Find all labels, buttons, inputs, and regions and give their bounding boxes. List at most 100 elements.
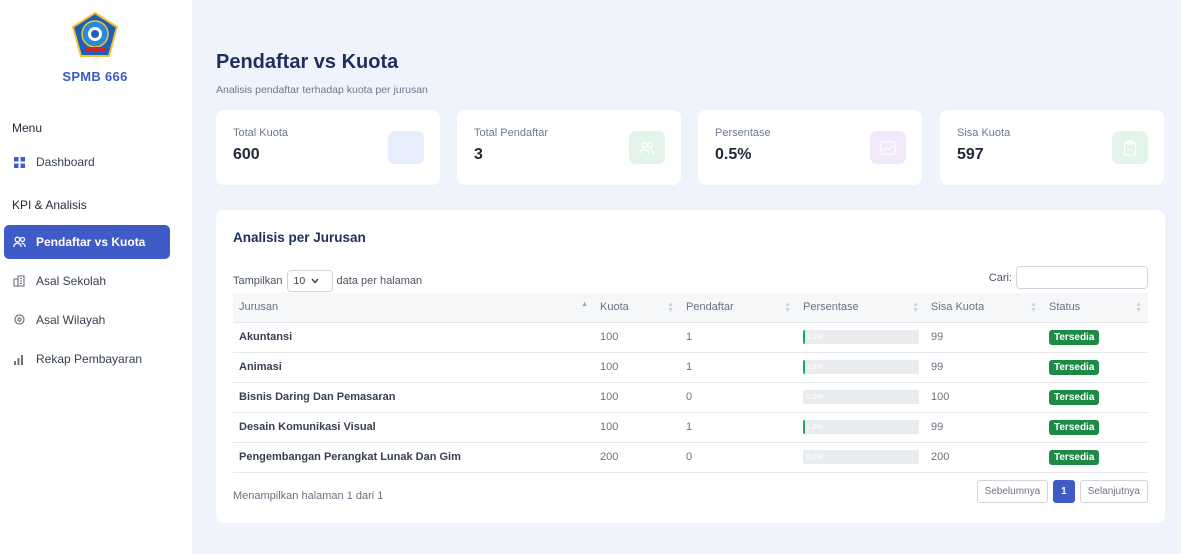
stat-card-sisa-kuota: Sisa Kuota 597 — [940, 110, 1164, 185]
brand-name: SPMB 666 — [62, 69, 128, 84]
cell-persentase: 0.0% — [797, 442, 925, 473]
sidebar-item-label: Asal Sekolah — [36, 274, 107, 288]
cell-status: Tersedia — [1043, 442, 1148, 473]
building-icon — [12, 274, 26, 288]
kpi-heading: KPI & Analisis — [12, 198, 87, 212]
next-page-button[interactable]: Selanjutnya — [1079, 480, 1148, 503]
cell-status: Tersedia — [1043, 322, 1148, 353]
show-label: Tampilkan — [233, 275, 283, 287]
page-title: Pendaftar vs Kuota — [216, 51, 399, 73]
search-label: Cari: — [988, 271, 1012, 284]
cell-jurusan: Animasi — [233, 352, 594, 383]
cell-persentase: 1.0% — [797, 352, 925, 383]
sort-icon: ▲ ▼ — [1135, 301, 1142, 314]
table-row: Desain Komunikasi Visual 100 1 1.0% 99 T… — [233, 412, 1148, 443]
column-header-persentase[interactable]: Persentase ▲ ▼ — [797, 293, 925, 323]
stat-value: 600 — [233, 146, 260, 163]
sort-icon: ▲ ▼ — [667, 301, 674, 314]
table-header-row: Jurusan ▲ Kuota ▲ ▼ Pendaftar ▲ ▼ Persentase ▲… — [233, 293, 1148, 323]
sidebar-item-label: Rekap Pembayaran — [36, 352, 143, 366]
progress-fill — [803, 330, 805, 344]
page-button-current[interactable]: 1 — [1053, 480, 1075, 503]
cell-persentase: 1.0% — [797, 412, 925, 443]
cell-pendaftar: 0 — [680, 382, 797, 413]
table-row: Animasi 100 1 1.0% 99 Tersedia — [233, 352, 1148, 383]
table-info: Menampilkan halaman 1 dari 1 — [233, 490, 384, 502]
bar-chart-icon — [12, 352, 26, 366]
stat-card-persentase: Persentase 0.5% — [698, 110, 922, 185]
cell-jurusan: Desain Komunikasi Visual — [233, 412, 594, 443]
stat-label: Total Pendaftar — [474, 127, 548, 139]
pagination: Sebelumnya 1 Selanjutnya — [976, 480, 1148, 503]
progress-label: 1.0% — [806, 422, 824, 431]
search-control: Cari: — [989, 266, 1148, 289]
cell-pendaftar: 1 — [680, 352, 797, 383]
sidebar-item-asal-wilayah[interactable]: Asal Wilayah — [4, 303, 170, 337]
previous-page-button[interactable]: Sebelumnya — [976, 480, 1049, 503]
trend-icon — [870, 131, 906, 164]
cell-sisa-kuota: 100 — [925, 382, 1043, 413]
main-content: Pendaftar vs Kuota Analisis pendaftar te… — [192, 0, 1181, 554]
stat-value: 597 — [957, 146, 984, 163]
progress-bar: 1.0% — [803, 330, 919, 344]
panel-title: Analisis per Jurusan — [233, 230, 366, 245]
table-row: Bisnis Daring Dan Pemasaran 100 0 0.0% 1… — [233, 382, 1148, 413]
stat-card-total-pendaftar: Total Pendaftar 3 — [457, 110, 681, 185]
progress-label: 0.0% — [806, 392, 824, 401]
grid-icon — [12, 155, 26, 169]
sort-icon: ▲ ▼ — [1030, 301, 1037, 314]
cell-jurusan: Bisnis Daring Dan Pemasaran — [233, 382, 594, 413]
brand-block: SPMB 666 — [0, 10, 190, 84]
cell-jurusan: Pengembangan Perangkat Lunak Dan Gim — [233, 442, 594, 473]
per-page-label: data per halaman — [336, 275, 423, 287]
page-length-select[interactable]: 10 — [286, 270, 333, 292]
status-badge: Tersedia — [1049, 329, 1100, 345]
cell-sisa-kuota: 99 — [925, 322, 1043, 353]
users-icon — [629, 131, 665, 164]
progress-bar: 1.0% — [803, 360, 919, 374]
column-header-sisa-kuota[interactable]: Sisa Kuota ▲ ▼ — [925, 293, 1043, 323]
cell-status: Tersedia — [1043, 352, 1148, 383]
sidebar-item-pendaftar-vs-kuota[interactable]: Pendaftar vs Kuota — [4, 225, 170, 259]
column-header-jurusan[interactable]: Jurusan ▲ — [233, 293, 594, 323]
cell-sisa-kuota: 99 — [925, 352, 1043, 383]
cell-kuota: 200 — [594, 442, 680, 473]
sidebar-item-rekap-pembayaran[interactable]: Rekap Pembayaran — [4, 342, 170, 376]
stat-label: Total Kuota — [233, 127, 289, 139]
cell-pendaftar: 1 — [680, 412, 797, 443]
status-badge: Tersedia — [1049, 449, 1100, 465]
status-badge: Tersedia — [1049, 389, 1100, 405]
progress-bar: 1.0% — [803, 420, 919, 434]
cell-sisa-kuota: 99 — [925, 412, 1043, 443]
chevron-down-icon — [311, 278, 319, 284]
status-badge: Tersedia — [1049, 359, 1100, 375]
cell-jurusan: Akuntansi — [233, 322, 594, 353]
sidebar-item-label: Asal Wilayah — [36, 313, 106, 327]
progress-fill — [803, 360, 805, 374]
page-length-control: Tampilkan 10 data per halaman — [233, 270, 422, 292]
column-header-kuota[interactable]: Kuota ▲ ▼ — [594, 293, 680, 323]
sidebar-item-asal-sekolah[interactable]: Asal Sekolah — [4, 264, 170, 298]
progress-label: 1.0% — [806, 332, 824, 341]
column-header-pendaftar[interactable]: Pendaftar ▲ ▼ — [680, 293, 797, 323]
analysis-panel: Analisis per Jurusan Tampilkan 10 data p… — [216, 210, 1165, 523]
cell-pendaftar: 0 — [680, 442, 797, 473]
sort-icon: ▲ ▼ — [912, 301, 919, 314]
cell-sisa-kuota: 200 — [925, 442, 1043, 473]
progress-bar: 0.0% — [803, 450, 919, 464]
blank-icon — [388, 131, 424, 164]
sidebar-item-dashboard[interactable]: Dashboard — [4, 145, 170, 179]
sidebar-item-label: Dashboard — [36, 155, 95, 169]
table-row: Akuntansi 100 1 1.0% 99 Tersedia — [233, 322, 1148, 353]
cell-persentase: 1.0% — [797, 322, 925, 353]
column-header-status[interactable]: Status ▲ ▼ — [1043, 293, 1148, 323]
users-icon — [12, 235, 26, 249]
page-subtitle: Analisis pendaftar terhadap kuota per ju… — [216, 84, 428, 96]
stat-value: 0.5% — [715, 146, 752, 163]
location-pin-icon — [12, 313, 26, 327]
stat-value: 3 — [474, 146, 483, 163]
clipboard-icon — [1112, 131, 1148, 164]
search-input[interactable] — [1016, 266, 1148, 289]
cell-kuota: 100 — [594, 412, 680, 443]
school-logo[interactable] — [69, 10, 121, 62]
